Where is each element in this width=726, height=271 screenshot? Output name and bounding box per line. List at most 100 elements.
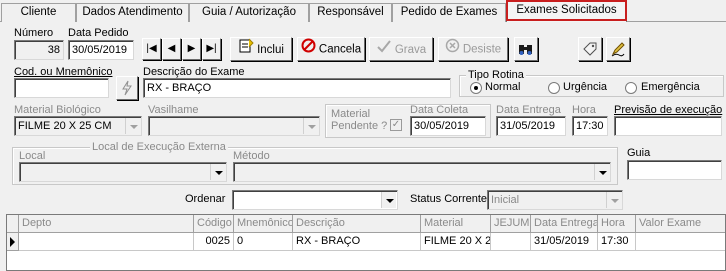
- data-coleta-field[interactable]: 30/05/2019: [410, 116, 486, 136]
- grid-header-mnemonico[interactable]: Mnemônico: [234, 215, 293, 233]
- grid-header-depto[interactable]: Depto: [19, 215, 194, 233]
- data-entrega-field[interactable]: 31/05/2019: [496, 116, 566, 136]
- grid-cell-material[interactable]: FILME 20 X 25: [421, 233, 491, 251]
- last-record-button[interactable]: ▶|: [202, 38, 221, 60]
- grid-cell-mnemonico[interactable]: 0: [234, 233, 293, 251]
- ordenar-select[interactable]: [232, 190, 398, 210]
- grid-cell-codigo[interactable]: 0025: [194, 233, 234, 251]
- tab-bar: Cliente Dados Atendimento Guia / Autoriz…: [0, 0, 726, 22]
- descricao-field[interactable]: RX - BRAÇO: [143, 78, 451, 98]
- inclui-label: Inclui: [257, 44, 284, 57]
- hora-field[interactable]: 17:30: [572, 116, 608, 136]
- chevron-down-icon: [594, 164, 609, 180]
- previsao-execucao-field[interactable]: [614, 116, 722, 136]
- grid-header-data-entrega[interactable]: Data Entrega: [531, 215, 598, 233]
- chevron-down-icon: [303, 118, 318, 134]
- status-corrente-select[interactable]: Inicial: [487, 190, 623, 210]
- grava-label: Grava: [394, 44, 427, 57]
- grid-header-jejum[interactable]: JEJUM: [491, 215, 531, 233]
- desiste-label: Desiste: [462, 43, 502, 56]
- grid-header-codigo[interactable]: Código: [194, 215, 234, 233]
- save-check-icon: [376, 38, 392, 62]
- lookup-button[interactable]: [116, 76, 138, 100]
- tab-exames-solicitados[interactable]: Exames Solicitados: [506, 1, 627, 22]
- previsao-execucao-label: Previsão de execução: [614, 104, 723, 116]
- cod-mnemonico-label: Cod. ou Mnemônico: [14, 66, 113, 78]
- radio-emergencia[interactable]: [625, 82, 637, 94]
- material-biologico-label: Material Biológico: [14, 104, 101, 116]
- grid-corner: [7, 215, 19, 233]
- status-corrente-label: Status Corrente:: [410, 193, 491, 205]
- grid-cell-depto[interactable]: [19, 233, 194, 251]
- label-button[interactable]: [578, 37, 602, 61]
- chevron-down-icon: [606, 192, 621, 208]
- grid-cell-descricao[interactable]: RX - BRAÇO: [293, 233, 421, 251]
- grid-header-material[interactable]: Material: [421, 215, 491, 233]
- data-entrega-label: Data Entrega: [496, 104, 561, 116]
- data-pedido-field[interactable]: 30/05/2019: [68, 40, 134, 60]
- grava-button[interactable]: Grava: [369, 37, 433, 61]
- material-pendente-label-1: Material: [331, 108, 371, 120]
- tag-icon: [582, 42, 598, 56]
- metodo-label: Método: [233, 150, 270, 162]
- radio-emergencia-label: Emergência: [641, 81, 700, 93]
- numero-label: Número: [14, 27, 54, 39]
- next-record-button[interactable]: ▶: [182, 38, 201, 60]
- binoculars-icon: [517, 43, 535, 55]
- metodo-select[interactable]: [233, 162, 611, 182]
- hora-label: Hora: [572, 104, 596, 116]
- lightning-icon: [121, 80, 133, 96]
- chevron-down-icon: [381, 192, 396, 208]
- material-biologico-value: FILME 20 X 25 CM: [18, 120, 112, 132]
- guia-label: Guia: [627, 147, 651, 159]
- chevron-down-icon: [125, 118, 140, 134]
- tab-dados-atendimento[interactable]: Dados Atendimento: [76, 3, 189, 22]
- local-execucao-label: Local de Execução Externa: [90, 141, 228, 153]
- exames-grid[interactable]: Depto Código Mnemônico Descrição Materia…: [6, 214, 726, 271]
- tipo-rotina-label: Tipo Rotina: [466, 69, 526, 81]
- ordenar-label: Ordenar: [185, 193, 226, 205]
- vasilhame-label: Vasilhame: [148, 104, 199, 116]
- desiste-button[interactable]: Desiste: [438, 37, 508, 61]
- new-document-icon: [238, 38, 254, 62]
- vasilhame-select[interactable]: [148, 116, 320, 136]
- radio-urgencia[interactable]: [548, 82, 560, 94]
- guia-field[interactable]: [627, 160, 722, 180]
- chevron-down-icon: [210, 164, 225, 180]
- cancel-icon: [301, 38, 316, 61]
- prev-record-button[interactable]: ◀: [162, 38, 181, 60]
- row-indicator-icon: [7, 233, 19, 251]
- cancela-label: Cancela: [318, 43, 362, 56]
- inclui-button[interactable]: Inclui: [230, 37, 292, 61]
- sign-button[interactable]: [606, 37, 630, 61]
- grid-cell-valor-exame[interactable]: [636, 233, 725, 251]
- data-pedido-label: Data Pedido: [68, 27, 129, 39]
- material-biologico-select[interactable]: FILME 20 X 25 CM: [14, 116, 142, 136]
- pen-signature-icon: [610, 42, 626, 57]
- local-select[interactable]: [19, 162, 227, 182]
- tab-responsavel[interactable]: Responsável: [309, 3, 392, 22]
- local-label: Local: [19, 150, 46, 162]
- descricao-label: Descrição do Exame: [143, 66, 245, 78]
- status-corrente-value: Inicial: [491, 194, 520, 206]
- grid-header-valor-exame[interactable]: Valor Exame: [636, 215, 725, 233]
- tab-guia-autorizacao[interactable]: Guia / Autorização: [189, 3, 309, 22]
- search-button[interactable]: [514, 37, 538, 61]
- grid-cell-data-entrega[interactable]: 31/05/2019: [531, 233, 598, 251]
- cancela-button[interactable]: Cancela: [297, 37, 365, 61]
- material-pendente-checkbox[interactable]: ✓: [390, 119, 402, 131]
- undo-icon: [445, 38, 460, 61]
- grid-header-hora[interactable]: Hora: [598, 215, 636, 233]
- grid-cell-jejum[interactable]: [491, 233, 531, 251]
- radio-urgencia-label: Urgência: [563, 81, 608, 93]
- radio-normal[interactable]: [470, 82, 482, 94]
- numero-field[interactable]: 38: [14, 40, 64, 60]
- tab-pedido-exames[interactable]: Pedido de Exames: [392, 3, 506, 22]
- radio-normal-label: Normal: [485, 81, 521, 93]
- grid-cell-hora[interactable]: 17:30: [598, 233, 636, 251]
- tab-cliente[interactable]: Cliente: [1, 3, 76, 22]
- data-coleta-label: Data Coleta: [410, 104, 469, 116]
- grid-header-descricao[interactable]: Descrição: [293, 215, 421, 233]
- first-record-button[interactable]: |◀: [142, 38, 161, 60]
- cod-mnemonico-field[interactable]: [14, 78, 109, 98]
